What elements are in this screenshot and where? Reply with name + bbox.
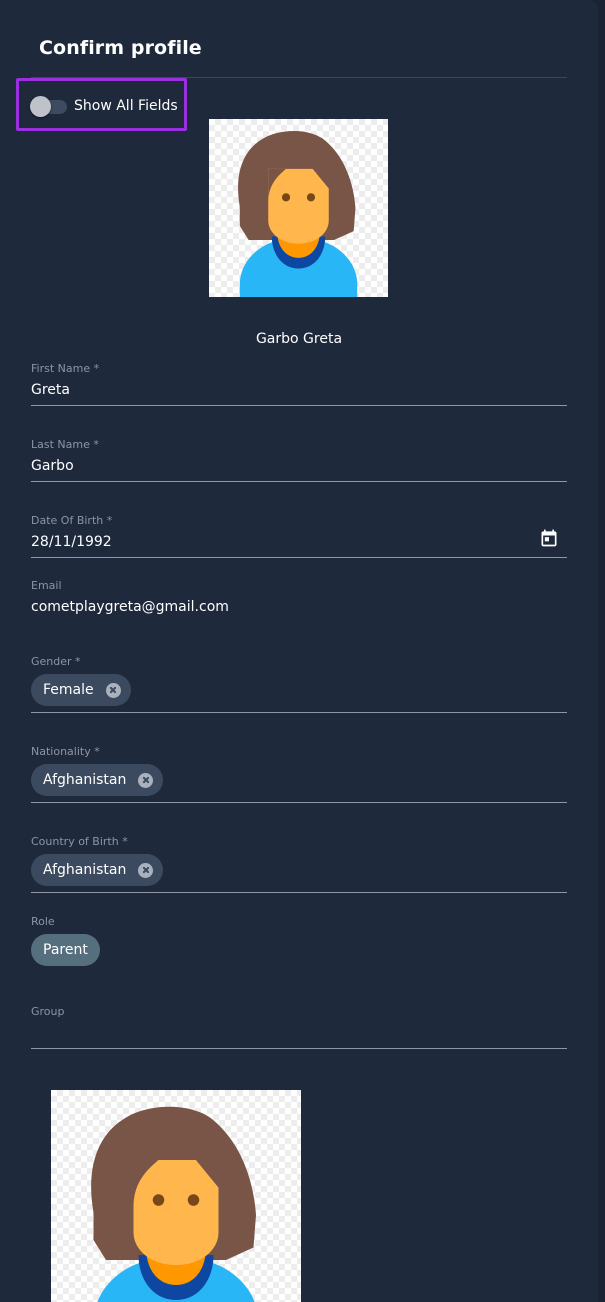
email-input[interactable]: cometplaygreta@gmail.com [31,599,229,615]
last-name-label: Last Name * [31,438,99,451]
group-label: Group [31,1005,65,1018]
woman-avatar-icon [91,1106,256,1302]
profile-avatar[interactable] [209,119,388,297]
email-label: Email [31,579,62,592]
group-field[interactable]: Group [31,1003,567,1049]
nationality-label: Nationality * [31,745,100,758]
date-of-birth-field[interactable]: Date Of Birth * 28/11/1992 [31,512,567,558]
role-field: Role Parent [31,913,567,969]
last-name-input[interactable]: Garbo [31,458,74,474]
remove-chip-icon[interactable] [105,682,121,698]
woman-avatar-icon [238,130,358,297]
date-of-birth-label: Date Of Birth * [31,514,113,527]
date-of-birth-underline [31,557,567,558]
country-of-birth-field[interactable]: Country of Birth * Afghanistan [31,833,567,893]
remove-chip-icon[interactable] [138,772,154,788]
first-name-underline [31,405,567,406]
page-title: Confirm profile [39,37,202,59]
gender-label: Gender * [31,655,81,668]
first-name-input[interactable]: Greta [31,382,70,398]
nationality-chip[interactable]: Afghanistan [31,764,164,796]
first-name-label: First Name * [31,362,100,375]
group-underline [31,1048,567,1049]
nationality-field[interactable]: Nationality * Afghanistan [31,743,567,803]
remove-chip-icon[interactable] [138,862,154,878]
last-name-underline [31,481,567,482]
country-of-birth-chip-label: Afghanistan [43,862,127,878]
country-of-birth-label: Country of Birth * [31,835,128,848]
show-all-fields-label[interactable]: Show All Fields [74,98,178,114]
gender-chip[interactable]: Female [31,674,131,706]
country-of-birth-underline [31,892,567,893]
last-name-field[interactable]: Last Name * Garbo [31,436,567,482]
country-of-birth-chip[interactable]: Afghanistan [31,854,164,886]
gender-chip-label: Female [43,682,94,698]
first-name-field[interactable]: First Name * Greta [31,360,567,406]
date-of-birth-input[interactable]: 28/11/1992 [31,534,112,550]
profile-display-name: Garbo Greta [255,331,343,347]
calendar-icon[interactable] [539,528,559,548]
email-field[interactable]: Email cometplaygreta@gmail.com [31,577,567,617]
nationality-chip-label: Afghanistan [43,772,127,788]
role-chip[interactable]: Parent [31,934,100,966]
gender-field[interactable]: Gender * Female [31,653,567,713]
nationality-underline [31,802,567,803]
role-label: Role [31,915,55,928]
confirm-profile-dialog: Confirm profile Show All Fields Garbo Gr… [0,0,598,1302]
gender-underline [31,712,567,713]
profile-avatar-large[interactable] [51,1090,301,1302]
role-chip-label: Parent [43,942,88,958]
toggle-thumb[interactable] [30,96,51,117]
